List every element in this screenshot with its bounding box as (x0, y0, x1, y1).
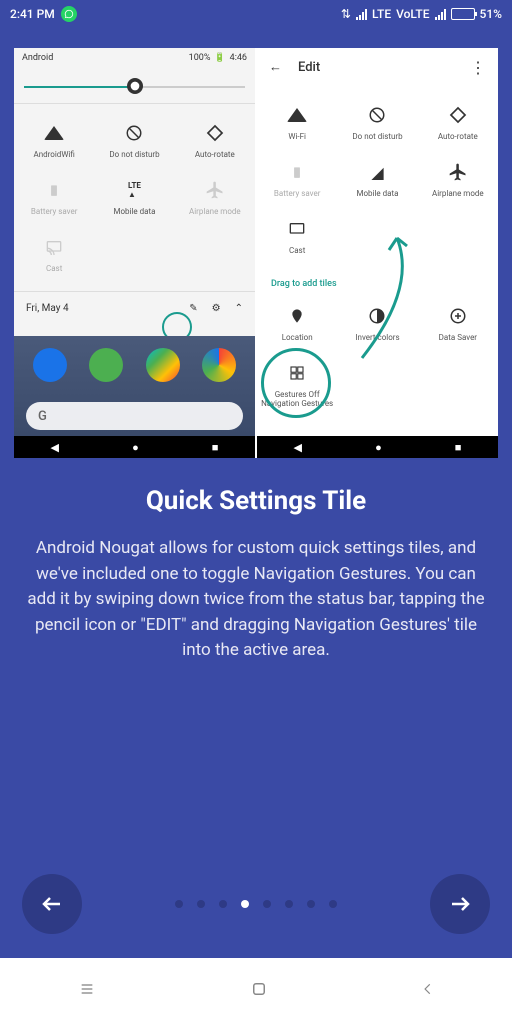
android-nav-bar: ◀●■ (14, 436, 255, 458)
android-nav-bar: ◀●■ (257, 436, 498, 458)
home-screen: G (14, 336, 255, 436)
app-messages-icon (89, 348, 123, 382)
arrow-left-icon (40, 892, 64, 916)
brightness-slider (14, 68, 255, 104)
more-icon: ⋮ (470, 58, 486, 77)
battery-percent: 51% (480, 7, 502, 21)
tile-invert: Invert colors (337, 295, 417, 352)
dot[interactable] (329, 900, 337, 908)
gear-icon: ⚙ (212, 303, 221, 314)
tile-mobile-data: LTE▲Mobile data (94, 169, 174, 226)
page-title: Quick Settings Tile (14, 486, 498, 516)
dot[interactable] (307, 900, 315, 908)
shot-device-name: Android (22, 53, 53, 63)
back-icon[interactable] (421, 979, 435, 1003)
tile-battery-saver: Battery saver (257, 151, 337, 208)
tile-wifi: AndroidWifi (14, 112, 94, 169)
screenshot-right: ← Edit ⋮ Wi-Fi Do not disturb Auto-rotat… (257, 48, 498, 458)
app-phone-icon (33, 348, 67, 382)
tile-dnd: Do not disturb (94, 112, 174, 169)
onboarding-page: Android 100% 🔋 4:46 AndroidWifi Do not d… (0, 28, 512, 958)
screenshot-container: Android 100% 🔋 4:46 AndroidWifi Do not d… (14, 48, 498, 458)
tile-cast: Cast (257, 208, 337, 265)
tile-battery-saver: Battery saver (14, 169, 94, 226)
tile-wifi: Wi-Fi (257, 94, 337, 151)
prev-button[interactable] (22, 874, 82, 934)
dot[interactable] (285, 900, 293, 908)
highlight-circle-gestures (261, 348, 331, 418)
device-status-bar: 2:41 PM ⇅ LTE VoLTE 51% (0, 0, 512, 28)
signal-icon-2 (435, 8, 446, 20)
tile-data-saver: Data Saver (418, 295, 498, 352)
dot-active[interactable] (241, 900, 249, 908)
battery-icon (451, 8, 475, 20)
signal-icon (356, 8, 367, 20)
lte-label: LTE (372, 7, 391, 21)
tile-cast: Cast (14, 226, 94, 283)
whatsapp-icon (61, 6, 77, 22)
chevron-up-icon: ⌃ (235, 303, 243, 314)
qs-footer: Fri, May 4 ✎ ⚙ ⌃ (14, 291, 255, 325)
tile-location: Location (257, 295, 337, 352)
dot[interactable] (219, 900, 227, 908)
volte-label: VoLTE (396, 7, 429, 21)
qs-date: Fri, May 4 (26, 303, 69, 314)
shot-time: 4:46 (230, 53, 247, 63)
page-description: Android Nougat allows for custom quick s… (14, 536, 498, 664)
tile-rotate: Auto-rotate (175, 112, 255, 169)
pencil-icon: ✎ (189, 303, 197, 314)
tile-airplane: Airplane mode (175, 169, 255, 226)
pager-controls (14, 874, 498, 934)
arrow-right-icon (448, 892, 472, 916)
tile-airplane: Airplane mode (418, 151, 498, 208)
page-indicator (175, 900, 337, 908)
screenshot-left: Android 100% 🔋 4:46 AndroidWifi Do not d… (14, 48, 255, 458)
edit-header: ← Edit ⋮ (257, 48, 498, 86)
app-chrome-icon (202, 348, 236, 382)
status-time: 2:41 PM (10, 7, 55, 21)
updown-icon: ⇅ (341, 7, 351, 21)
dot[interactable] (197, 900, 205, 908)
dot[interactable] (263, 900, 271, 908)
back-icon: ← (269, 59, 282, 75)
dot[interactable] (175, 900, 183, 908)
app-play-icon (146, 348, 180, 382)
shot-battery: 100% (189, 53, 211, 63)
tile-rotate: Auto-rotate (418, 94, 498, 151)
drag-hint: Drag to add tiles (257, 273, 498, 295)
edit-title: Edit (298, 60, 320, 75)
menu-icon[interactable] (77, 981, 97, 1001)
tile-mobile-data: ◢Mobile data (337, 151, 417, 208)
google-search-bar: G (26, 402, 243, 430)
tile-dnd: Do not disturb (337, 94, 417, 151)
home-icon[interactable] (250, 980, 268, 1002)
system-nav-bar (0, 958, 512, 1024)
next-button[interactable] (430, 874, 490, 934)
